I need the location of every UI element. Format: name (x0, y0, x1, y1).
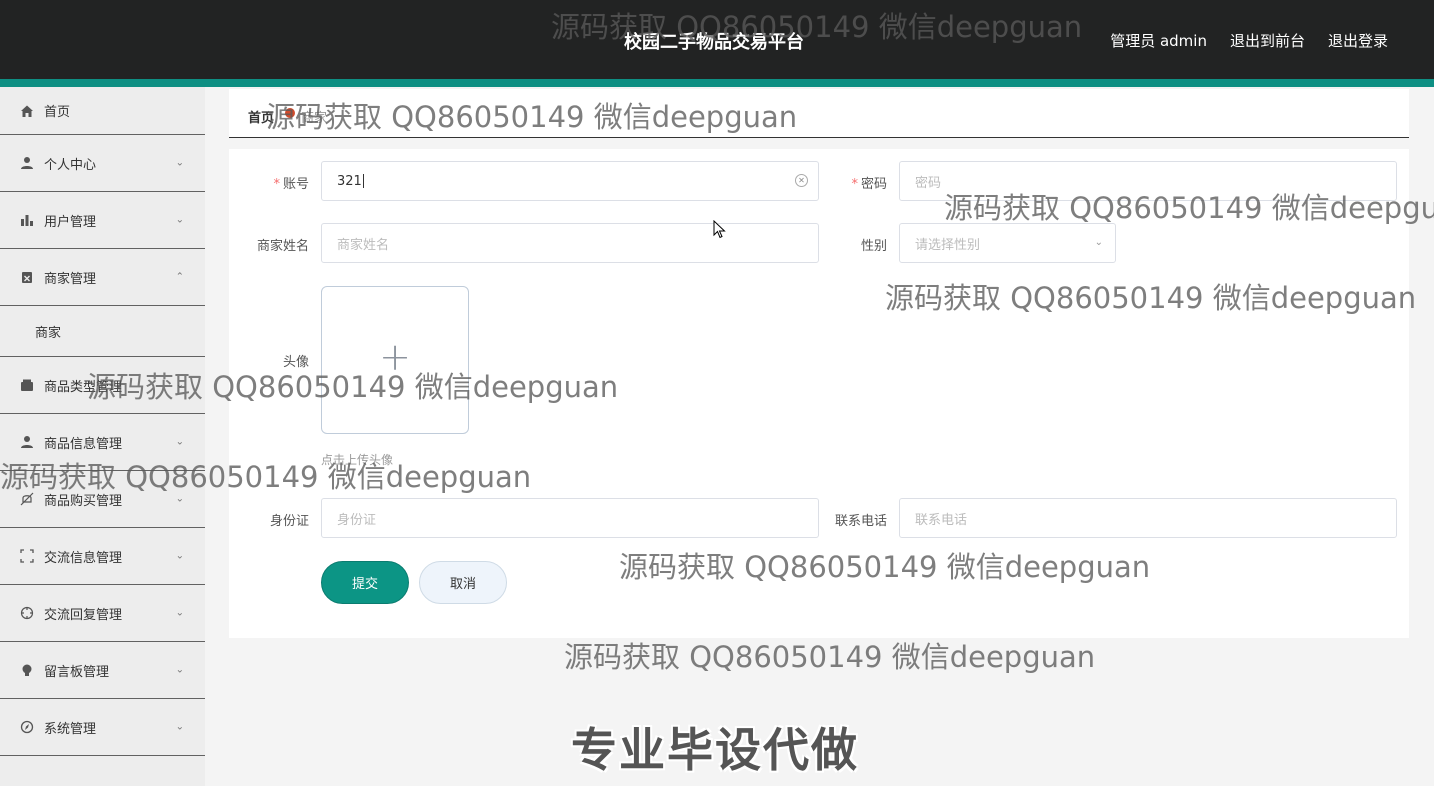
gender-select[interactable]: 请选择性别 ⌄ (899, 223, 1116, 263)
sidebar-item-product-info-management[interactable]: 商品信息管理 ⌄ (0, 414, 205, 471)
chevron-down-icon: ⌄ (175, 721, 184, 733)
account-label: * 账号 (273, 177, 309, 192)
sidebar-item-user-management[interactable]: 用户管理 ⌄ (0, 192, 205, 249)
chevron-down-icon: ⌄ (175, 157, 184, 169)
chevron-up-icon: ⌃ (175, 271, 184, 283)
cancel-button[interactable]: 取消 (419, 561, 507, 604)
sidebar-item-label: 商品购买管理 (44, 493, 123, 509)
user-icon (19, 434, 35, 450)
phone-label: 联系电话 (834, 514, 887, 529)
avatar-upload[interactable]: + (321, 286, 469, 434)
submit-button[interactable]: 提交 (321, 561, 409, 604)
clear-icon[interactable]: ✕ (795, 174, 808, 187)
merchant-form: * 账号 321 ✕ * 密码 密码 商家姓名 商家姓名 性别 请选择性别 ⌄ 头像… (229, 149, 1409, 638)
chevron-down-icon: ⌄ (175, 550, 184, 562)
avatar-label: 头像 (282, 355, 309, 370)
exit-to-front-link[interactable]: 退出到前台 (1230, 30, 1305, 51)
header-accent-bar (0, 79, 1434, 87)
sidebar-item-label: 交流信息管理 (44, 550, 123, 566)
sidebar-item-home[interactable]: 首页 (0, 87, 205, 135)
sidebar-item-exchange-reply-management[interactable]: 交流回复管理 ⌄ (0, 585, 205, 642)
merchant-name-input[interactable]: 商家姓名 (321, 223, 819, 263)
sidebar-item-exchange-info-management[interactable]: 交流信息管理 ⌄ (0, 528, 205, 585)
crosshair-icon (19, 605, 35, 621)
chevron-down-icon: ⌄ (175, 379, 184, 391)
breadcrumb-current: 商家 (301, 111, 328, 126)
wallet-icon (19, 377, 35, 393)
sidebar-item-merchant-management[interactable]: 商家管理 ⌃ (0, 249, 205, 306)
sidebar-item-label: 首页 (44, 105, 71, 120)
bell-off-icon (19, 491, 35, 507)
bulb-icon (19, 662, 35, 678)
idcard-input[interactable]: 身份证 (321, 498, 819, 538)
phone-input[interactable]: 联系电话 (899, 498, 1397, 538)
user-icon (19, 155, 35, 171)
mouse-cursor-icon (713, 220, 726, 239)
sidebar-item-product-purchase-management[interactable]: 商品购买管理 ⌄ (0, 471, 205, 528)
plus-icon: + (379, 335, 411, 379)
sidebar-item-label: 留言板管理 (44, 664, 110, 680)
password-input[interactable]: 密码 (899, 161, 1397, 201)
sidebar-item-product-type-management[interactable]: 商品类型管理 ⌄ (0, 357, 205, 414)
password-label: * 密码 (851, 177, 887, 192)
gender-label: 性别 (860, 239, 887, 254)
clipboard-icon (19, 269, 35, 285)
sidebar-item-system-management[interactable]: 系统管理 ⌄ (0, 699, 205, 756)
header-links: 管理员 admin 退出到前台 退出登录 (1110, 30, 1388, 51)
breadcrumb-separator-icon (285, 108, 295, 118)
breadcrumb-home[interactable]: 首页 (248, 107, 274, 126)
bar-chart-icon (19, 212, 35, 228)
chevron-down-icon: ⌄ (175, 607, 184, 619)
chevron-down-icon: ⌄ (175, 493, 184, 505)
merchant-name-label: 商家姓名 (256, 239, 309, 254)
sidebar-item-label: 商品类型管理 (44, 379, 123, 395)
logout-link[interactable]: 退出登录 (1328, 30, 1388, 51)
sidebar-item-label: 商品信息管理 (44, 436, 123, 452)
chevron-down-icon: ⌄ (1094, 237, 1103, 248)
breadcrumb: 首页 商家 (229, 89, 1409, 138)
fullscreen-icon (19, 548, 35, 564)
chevron-down-icon: ⌄ (175, 214, 184, 226)
admin-user-link[interactable]: 管理员 admin (1110, 30, 1207, 51)
sidebar-item-message-board-management[interactable]: 留言板管理 ⌄ (0, 642, 205, 699)
compass-icon (19, 719, 35, 735)
avatar-upload-tip: 点击上传头像 (321, 453, 394, 467)
sidebar-item-label: 系统管理 (44, 721, 97, 737)
home-icon (19, 103, 35, 119)
account-input[interactable]: 321 ✕ (321, 161, 819, 201)
sidebar-item-label: 用户管理 (44, 214, 97, 230)
sidebar-item-label: 交流回复管理 (44, 607, 123, 623)
sidebar: 首页 个人中心 ⌄ 用户管理 ⌄ 商家管理 ⌃ 商家 商品类型管理 ⌄ 商品信息… (0, 87, 205, 786)
sidebar-item-label: 个人中心 (44, 157, 97, 173)
sidebar-item-label: 商家管理 (44, 271, 97, 287)
chevron-down-icon: ⌄ (175, 436, 184, 448)
chevron-down-icon: ⌄ (175, 664, 184, 676)
sidebar-subitem-merchant[interactable]: 商家 (0, 306, 205, 357)
sidebar-item-personal-center[interactable]: 个人中心 ⌄ (0, 135, 205, 192)
idcard-label: 身份证 (269, 514, 309, 529)
main-content: 首页 商家 * 账号 321 ✕ * 密码 密码 商家姓名 商家姓名 性别 请选择性… (205, 87, 1434, 786)
top-header: 校园二手物品交易平台 管理员 admin 退出到前台 退出登录 (0, 0, 1434, 79)
